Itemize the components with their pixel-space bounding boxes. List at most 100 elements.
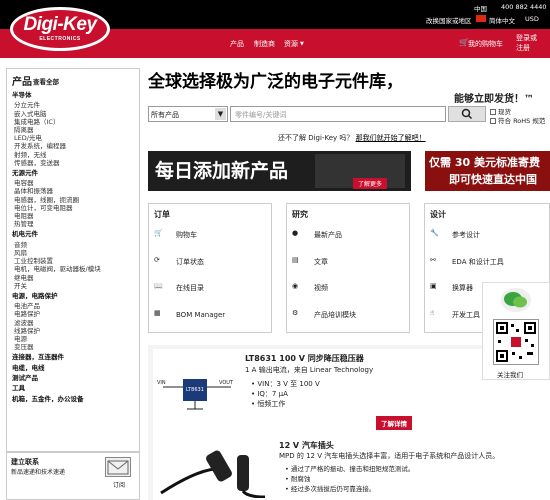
sidebar-category[interactable]: 无源元件 <box>12 167 38 177</box>
sidebar-item[interactable]: 开关 <box>14 280 27 290</box>
calculator-icon: ▣ <box>430 282 437 290</box>
item-label: 视频 <box>314 284 328 292</box>
login-link[interactable]: 登录或 <box>516 33 537 43</box>
chevron-down-icon: ▼ <box>300 41 304 47</box>
box-title: 设计 <box>430 210 446 219</box>
subscribe-link[interactable]: 订阅 <box>113 480 125 489</box>
sidebar-item[interactable]: 热管理 <box>14 218 34 228</box>
phone-number: 400 882 4440 <box>501 3 547 11</box>
view-all-link[interactable]: 查看全部 <box>33 76 59 86</box>
network-icon: ⚯ <box>430 256 436 264</box>
item-label: 最新产品 <box>314 231 342 239</box>
training-modules-link[interactable]: ⚙ 产品培训模块 <box>292 309 356 321</box>
box-title: 研究 <box>292 210 308 219</box>
bullet-text: VIN：3 V 至 100 V <box>257 380 320 388</box>
reference-designs-link[interactable]: 🔧 参考设计 <box>430 229 480 241</box>
page-tagline: 能够立即发货！™ <box>454 94 534 105</box>
product-title[interactable]: 12 V 汽车插头 <box>279 440 334 451</box>
envelope-icon[interactable] <box>105 457 131 477</box>
banner-more-button[interactable]: 了解更多 <box>353 178 388 189</box>
new-products-link[interactable]: ● 最新产品 <box>292 229 342 241</box>
product-card: 12 V 汽车插头 MPD 的 12 V 汽车电插头选择丰富，适用于电子系统和产… <box>153 437 550 500</box>
bullet-text: 恒频工作 <box>257 400 286 408</box>
register-link[interactable]: 注册 <box>516 43 530 53</box>
box-title: 订单 <box>154 210 170 219</box>
sidebar-category[interactable]: 电缆，电线 <box>12 362 45 372</box>
chip-label: LT8631 <box>186 387 204 393</box>
cart-link[interactable]: 🛒 购物车 <box>154 229 197 241</box>
shipping-banner[interactable]: 仅需 30 美元标准寄费 即可快速直达中国 <box>425 151 550 191</box>
book-icon: 📖 <box>154 282 163 290</box>
search-icon <box>461 108 473 120</box>
banner-title: 每日添加新产品 <box>155 160 289 182</box>
wechat-icon <box>501 288 531 312</box>
converters-link[interactable]: ▣ 换算器 <box>430 282 473 294</box>
car-plug-image <box>160 450 266 498</box>
sidebar-category[interactable]: 工具 <box>12 382 25 392</box>
digikey-logo[interactable]: Digi-Key ELECTRONICS <box>10 7 110 51</box>
select-value: 所有产品 <box>151 111 179 119</box>
sidebar-item[interactable]: 传感器，变送器 <box>14 157 60 167</box>
eda-tools-link[interactable]: ⚯ EDA 和设计工具 <box>430 256 504 268</box>
cart-link[interactable]: 我的购物车 <box>468 39 503 49</box>
qr-code-icon <box>493 319 539 365</box>
search-input[interactable]: 零件编号/关键词 <box>230 106 446 122</box>
shipping-line1: 仅需 30 美元标准寄费 <box>429 156 540 169</box>
currency-select[interactable]: USD <box>525 15 539 23</box>
learn-more-button[interactable]: 了解详情 <box>376 416 412 430</box>
refresh-icon: ⟳ <box>154 256 160 264</box>
page-headline: 全球选择极为广泛的电子元件库， <box>148 72 403 92</box>
sidebar-category[interactable]: 机箱，五金件，办公设备 <box>12 393 84 403</box>
search-button[interactable] <box>448 106 486 122</box>
bullet-text: IQ：7 μA <box>257 390 288 398</box>
logo-subtext: ELECTRONICS <box>39 36 81 42</box>
item-label: 产品培训模块 <box>314 311 356 319</box>
learn-more-link[interactable]: 那我们就开始了解吧！ <box>356 134 426 142</box>
nav-manufacturers[interactable]: 制造商 <box>254 39 275 49</box>
product-category-select[interactable]: 所有产品 ▼ <box>148 106 228 122</box>
region-label: 中国 <box>474 5 487 13</box>
connect-text: 新品速递和技术速递 <box>11 469 66 476</box>
product-bullet: • IQ：7 μA <box>251 390 288 398</box>
language-select[interactable]: 简体中文 <box>489 15 515 25</box>
product-bullet: • 恒频工作 <box>251 400 286 408</box>
bom-manager-link[interactable]: ▦ BOM Manager <box>154 309 225 321</box>
bullet-text: 经过多次插拔后仍可靠连接。 <box>290 485 376 493</box>
china-flag-icon <box>476 15 486 22</box>
vout-label: VOUT <box>219 380 233 386</box>
online-catalog-link[interactable]: 📖 在线目录 <box>154 282 204 294</box>
order-status-link[interactable]: ⟳ 订单状态 <box>154 256 204 268</box>
nav-resources[interactable]: 资源 <box>284 39 298 49</box>
wrench-icon: 🔧 <box>430 229 439 237</box>
research-box: 研究 ● 最新产品 ▤ 文章 ◉ 视频 ⚙ 产品培训模块 <box>286 203 410 333</box>
training-icon: ⚙ <box>292 309 299 317</box>
change-region-link[interactable]: 改换国家或地区 <box>426 15 472 25</box>
dev-tools-link[interactable]: ☝ 开发工具 <box>430 309 480 321</box>
sidebar-category[interactable]: 机电元件 <box>12 228 38 238</box>
product-title[interactable]: LT8631 100 V 同步降压稳压器 <box>245 353 364 364</box>
nav-products[interactable]: 产品 <box>230 39 244 49</box>
sidebar-category[interactable]: 半导体 <box>12 89 32 99</box>
bullet-text: 耐腐蚀 <box>290 475 311 483</box>
sidebar-item[interactable]: 变压器 <box>14 341 34 351</box>
new-products-banner[interactable]: 每日添加新产品 了解更多 <box>148 151 411 191</box>
sidebar-category[interactable]: 电源，电路保护 <box>12 290 58 300</box>
product-bullet: • 经过多次插拔后仍可靠连接。 <box>285 485 376 493</box>
rohs-checkbox[interactable]: 符合 RoHS 规范 <box>490 115 545 125</box>
intro-prompt: 还不了解 Digi-Key 吗？ 那我们就开始了解吧！ <box>278 133 426 143</box>
item-label: EDA 和设计工具 <box>452 258 504 266</box>
cart-icon: 🛒 <box>154 229 163 237</box>
follow-us-label: 关注我们 <box>497 371 523 379</box>
vin-label: VIN <box>157 380 166 386</box>
videos-link[interactable]: ◉ 视频 <box>292 282 328 294</box>
sidebar-category[interactable]: 测试产品 <box>12 372 38 382</box>
item-label: 换算器 <box>452 284 473 292</box>
product-bullet: • 耐腐蚀 <box>285 475 311 483</box>
product-category-sidebar: 产品 查看全部 半导体 分立元件 嵌入式电脑 集成电路（IC） 隔离器 LED/光电 开发系… <box>6 68 140 452</box>
articles-link[interactable]: ▤ 文章 <box>292 256 328 268</box>
sidebar-category[interactable]: 连接器，互连器件 <box>12 351 64 361</box>
product-bullet: • VIN：3 V 至 100 V <box>251 380 320 388</box>
bullet-text: 通过了严格的振动、撞击和扭矩规范测试。 <box>290 465 415 473</box>
chevron-down-icon: ▼ <box>215 108 226 120</box>
wechat-widget[interactable]: 关注我们 <box>482 282 550 380</box>
